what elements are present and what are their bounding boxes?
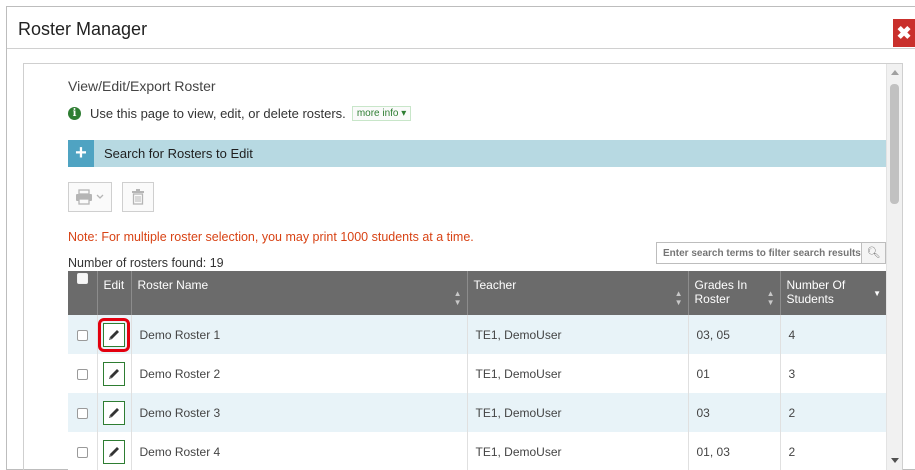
roster-table: Edit Roster Name ▲ ▼ Teacher ▲ ▼ Grades In R… [68,271,886,470]
print-button[interactable] [68,182,112,212]
dialog-header: Roster Manager ✖ [7,7,915,49]
more-info-button[interactable]: more info ▾ [351,106,412,121]
students-cell: 3 [780,354,886,393]
table-header-row: Edit Roster Name ▲ ▼ Teacher ▲ ▼ Grades In R… [68,271,886,315]
content-frame: View/Edit/Export Roster i Use this page … [23,63,903,470]
column-header-edit: Edit [97,271,132,315]
row-checkbox[interactable] [76,368,88,380]
grades-cell: 03, 05 [688,315,781,354]
filter-input[interactable] [657,243,861,263]
grades-cell: 03 [688,393,781,432]
teacher-cell: TE1, DemoUser [467,354,689,393]
edit-roster-button[interactable] [103,322,125,347]
info-text: Use this page to view, edit, or delete r… [90,106,346,121]
filter-search: 🔍︎ [656,242,886,264]
edit-roster-button[interactable] [103,439,125,464]
roster-name-cell: Demo Roster 4 [131,432,468,470]
row-checkbox-cell [68,315,98,354]
students-cell: 2 [780,432,886,470]
column-header-grades[interactable]: Grades In Roster ▲ ▼ [688,271,781,315]
dialog-title: Roster Manager [18,19,148,39]
column-header-students[interactable]: Number Of Students ▼ [780,271,886,315]
row-checkbox-cell [68,432,98,470]
grades-cell: 01 [688,354,781,393]
table-row: Demo Roster 3 TE1, DemoUser 03 2 [68,393,886,432]
row-checkbox[interactable] [76,407,88,419]
info-line: i Use this page to view, edit, or delete… [68,106,412,121]
pencil-icon [109,329,119,340]
roster-name-cell: Demo Roster 1 [131,315,468,354]
pencil-icon [109,368,119,379]
students-cell: 4 [780,315,886,354]
roster-count: Number of rosters found: 19 [68,256,224,270]
row-checkbox[interactable] [76,329,88,341]
roster-name-cell: Demo Roster 3 [131,393,468,432]
select-all-checkbox[interactable] [76,273,88,285]
sort-desc-icon: ▼ [873,289,881,298]
students-cell: 2 [780,393,886,432]
teacher-cell: TE1, DemoUser [467,393,689,432]
close-icon[interactable]: ✖ [893,19,915,47]
highlight-callout [98,317,130,352]
table-row: Demo Roster 1 TE1, DemoUser 03, 05 4 [68,315,886,354]
grades-cell: 01, 03 [688,432,781,470]
sort-icon: ▲ ▼ [674,289,683,307]
delete-button[interactable] [122,182,154,212]
search-rosters-label: Search for Rosters to Edit [104,146,253,161]
edit-cell [97,432,132,470]
table-row: Demo Roster 2 TE1, DemoUser 01 3 [68,354,886,393]
edit-roster-button[interactable] [103,400,125,425]
page-title: View/Edit/Export Roster [68,78,216,94]
row-checkbox-cell [68,393,98,432]
trash-icon [132,189,144,205]
edit-cell [97,315,132,354]
table-row: Demo Roster 4 TE1, DemoUser 01, 03 2 [68,432,886,470]
scroll-thumb[interactable] [890,84,899,204]
edit-roster-button[interactable] [103,361,125,386]
edit-cell [97,354,132,393]
sort-icon: ▲ ▼ [766,289,775,307]
sort-icon: ▲ ▼ [453,289,462,307]
scroll-down-icon[interactable] [891,458,899,463]
scroll-up-icon[interactable] [891,70,899,75]
search-icon[interactable]: 🔍︎ [861,243,885,263]
teacher-cell: TE1, DemoUser [467,432,689,470]
pencil-icon [109,407,119,418]
search-rosters-toggle[interactable]: + Search for Rosters to Edit [68,140,886,167]
plus-icon: + [68,140,94,167]
teacher-cell: TE1, DemoUser [467,315,689,354]
print-limit-note: Note: For multiple roster selection, you… [68,230,474,244]
edit-cell [97,393,132,432]
column-header-teacher[interactable]: Teacher ▲ ▼ [467,271,689,315]
pencil-icon [109,446,119,457]
column-header-roster-name[interactable]: Roster Name ▲ ▼ [131,271,468,315]
print-icon [76,189,104,205]
vertical-scrollbar[interactable] [886,64,902,470]
roster-name-cell: Demo Roster 2 [131,354,468,393]
roster-manager-dialog: Roster Manager ✖ View/Edit/Export Roster… [6,6,915,470]
info-icon: i [68,107,81,120]
row-checkbox[interactable] [76,446,88,458]
row-checkbox-cell [68,354,98,393]
select-all-header [68,271,98,315]
